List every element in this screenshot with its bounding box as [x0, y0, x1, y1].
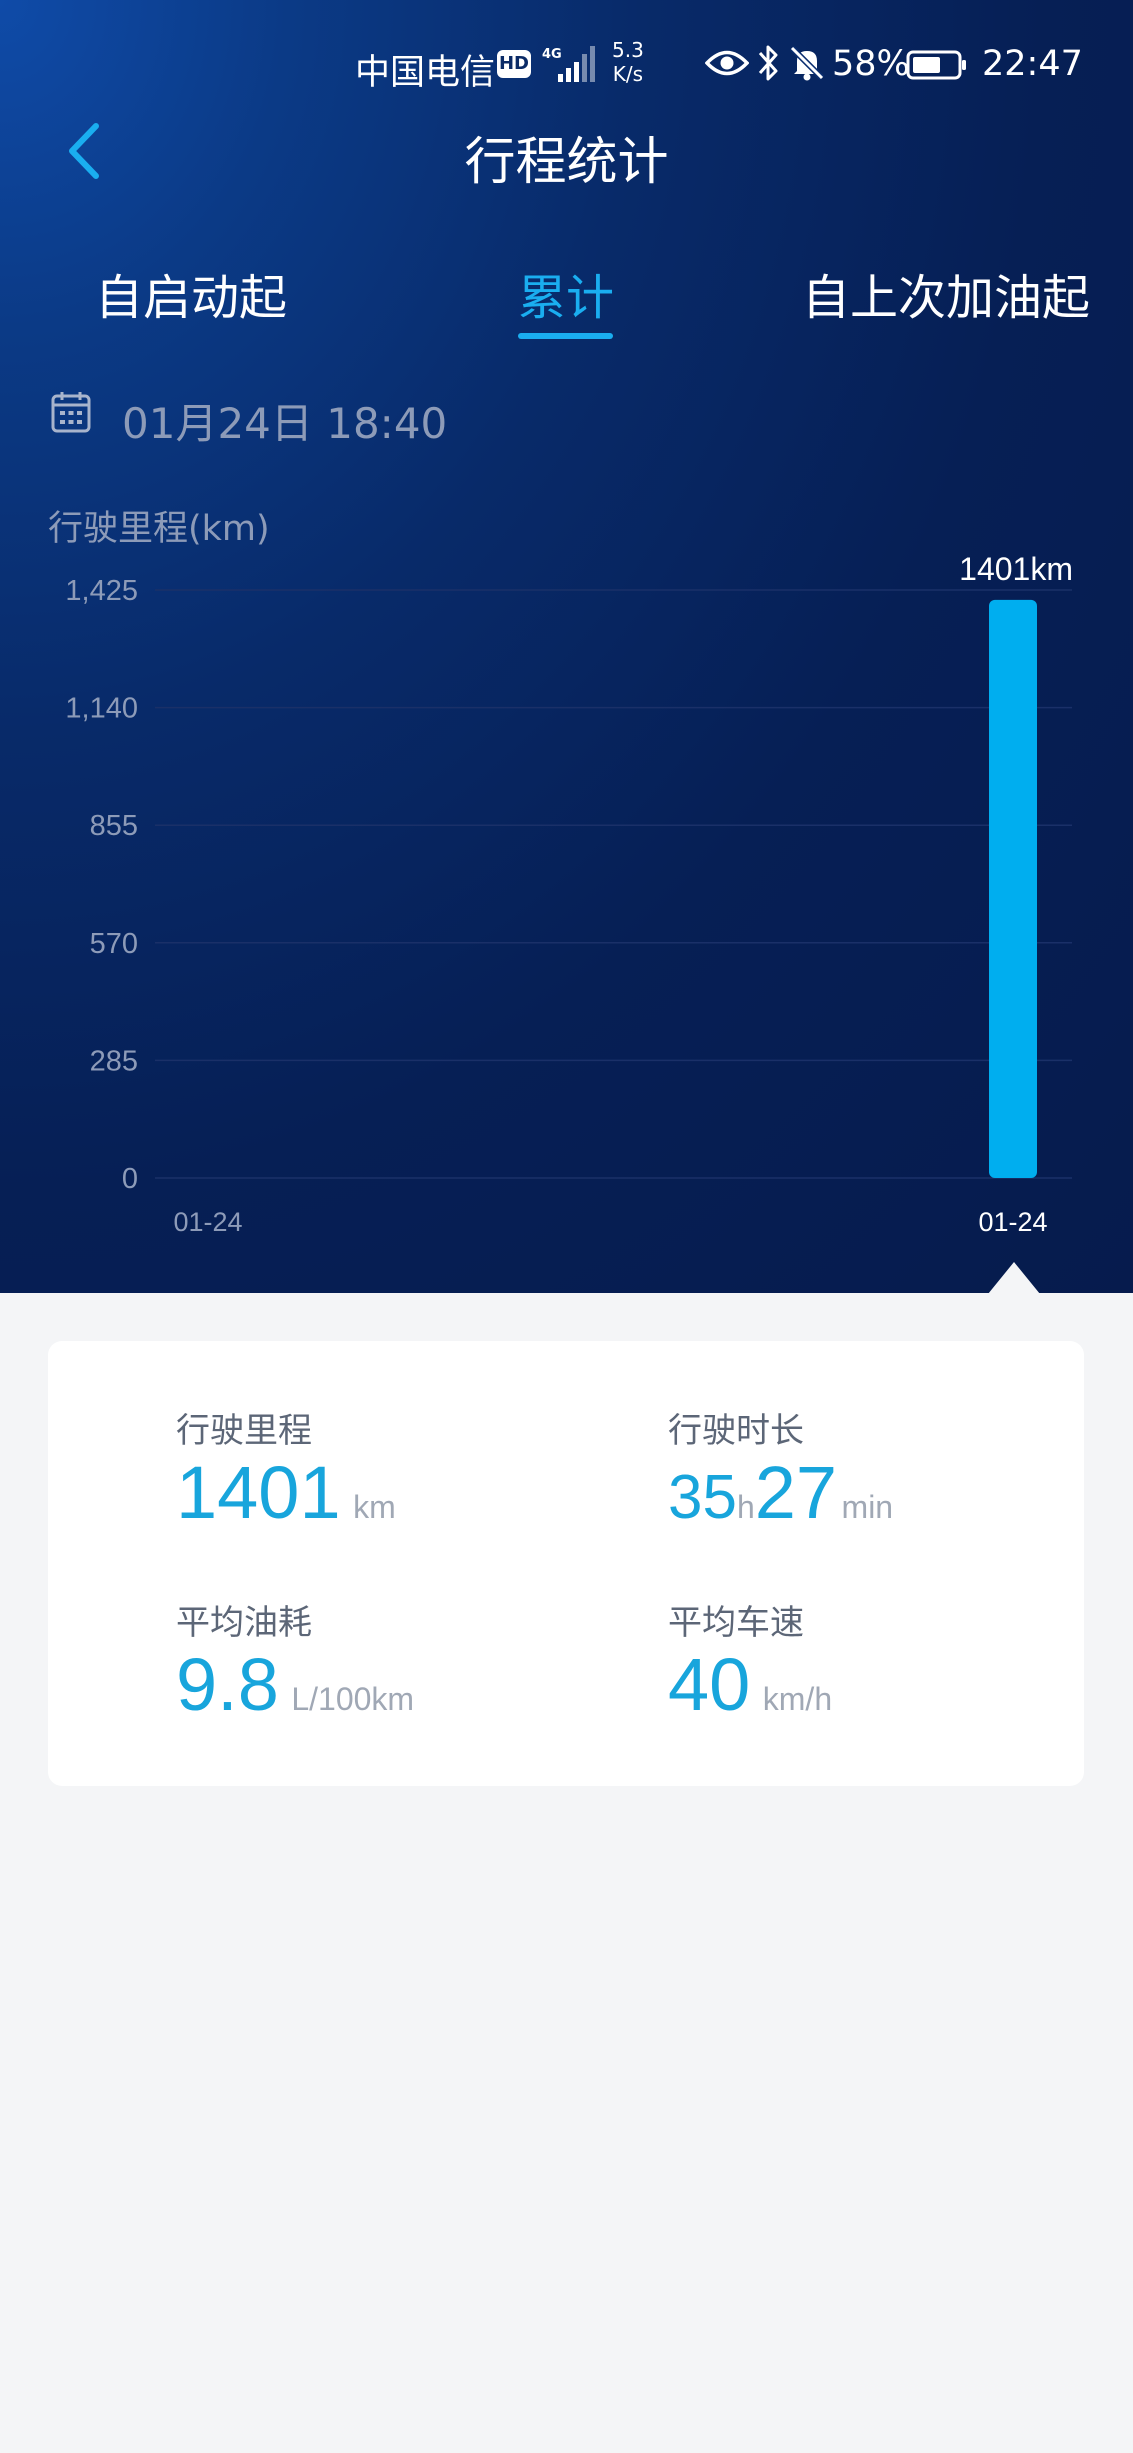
tab-since-refuel[interactable]: 自上次加油起 — [802, 258, 1090, 328]
fuel-value-group: 9.8 L/100km — [176, 1642, 414, 1727]
stat-duration: 行驶时长 35h27 min — [668, 1403, 893, 1535]
bar[interactable] — [989, 599, 1037, 1178]
header-panel: 中国电信 HD 4G 5.3 K/s 58% 22:47 行程统计 自启动起 累… — [0, 0, 1133, 1293]
selected-date[interactable]: 01月24日 18:40 — [122, 390, 447, 451]
fuel-label: 平均油耗 — [176, 1603, 312, 1643]
battery-icon — [906, 50, 966, 80]
hd-badge: HD — [497, 50, 531, 78]
fuel-unit: L/100km — [291, 1681, 415, 1717]
x-tick-label: 01-24 — [173, 1207, 242, 1237]
bar-value-label: 1401km — [959, 551, 1073, 587]
status-bar: 中国电信 HD 4G 5.3 K/s 58% 22:47 — [0, 36, 1133, 96]
calendar-icon[interactable] — [50, 390, 92, 434]
duration-hours-unit: h — [736, 1489, 755, 1525]
mileage-value: 1401 — [176, 1451, 341, 1534]
page-title: 行程统计 — [464, 133, 669, 192]
mileage-value-group: 1401 km — [176, 1450, 396, 1535]
bell-muted-icon — [789, 45, 825, 81]
tab-cumulative[interactable]: 累计 — [518, 258, 614, 328]
mileage-label: 行驶里程 — [176, 1411, 312, 1451]
carrier-name: 中国电信 — [355, 53, 496, 93]
mileage-bar-chart[interactable]: 1,425 1,140 855 570 285 0 01-24 1401km 01-24 — [0, 540, 1133, 1260]
stats-card: 行驶里程 1401 km 行驶时长 35h27 min 平均油耗 9.8 L/1… — [48, 1341, 1084, 1786]
y-tick-label: 0 — [122, 1163, 138, 1195]
clock: 22:47 — [982, 44, 1083, 84]
y-tick-label: 285 — [90, 1045, 138, 1077]
duration-minutes-unit: min — [841, 1489, 894, 1525]
tab-since-start[interactable]: 自启动起 — [95, 258, 287, 328]
selection-pointer — [988, 1262, 1040, 1294]
battery-percent: 58% — [832, 44, 910, 84]
y-tick-label: 1,140 — [65, 693, 138, 725]
speed-value: 5.3 — [612, 38, 644, 62]
signal-icon: 4G — [542, 46, 595, 82]
duration-label: 行驶时长 — [668, 1411, 804, 1451]
mileage-unit: km — [353, 1489, 396, 1525]
active-tab-indicator — [518, 333, 613, 339]
fuel-value: 9.8 — [176, 1643, 279, 1726]
speed-unit: km/h — [762, 1681, 833, 1717]
bluetooth-icon — [758, 45, 778, 81]
stat-speed: 平均车速 40 km/h — [668, 1595, 832, 1727]
y-tick-label: 570 — [90, 928, 138, 960]
duration-minutes: 27 — [754, 1451, 838, 1534]
eye-icon — [705, 50, 749, 76]
duration-value-group: 35h27 min — [668, 1450, 893, 1535]
y-tick-label: 1,425 — [65, 575, 138, 607]
speed-unit: K/s — [612, 62, 644, 86]
x-tick-label: 01-24 — [978, 1207, 1047, 1237]
network-speed: 5.3 K/s — [612, 38, 644, 86]
speed-label: 平均车速 — [668, 1603, 804, 1643]
speed-value: 40 — [668, 1643, 751, 1726]
stat-mileage: 行驶里程 1401 km — [176, 1403, 396, 1535]
speed-value-group: 40 km/h — [668, 1642, 832, 1727]
y-tick-label: 855 — [90, 810, 138, 842]
network-type: 4G — [542, 47, 562, 62]
stat-fuel: 平均油耗 9.8 L/100km — [176, 1595, 414, 1727]
duration-hours: 35 — [668, 1463, 737, 1532]
